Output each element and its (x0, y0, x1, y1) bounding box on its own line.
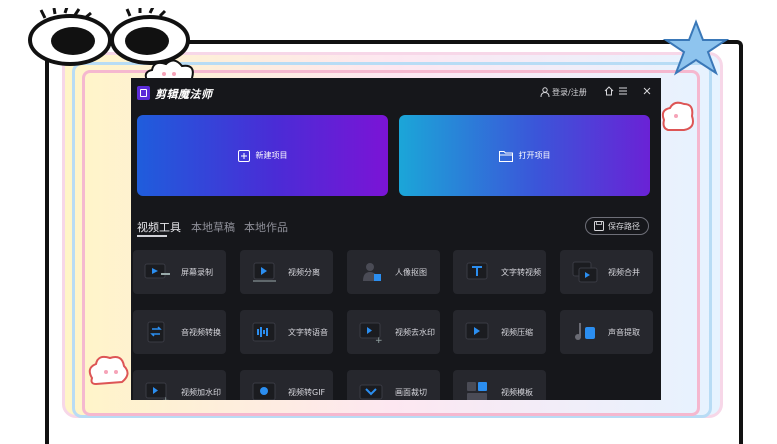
save-icon (594, 221, 604, 231)
av-convert-icon (147, 321, 165, 343)
tool-remove-watermark[interactable]: + 视频去水印 (347, 310, 440, 354)
text-to-speech-icon (252, 322, 276, 342)
tool-video-template[interactable]: 视频模板 (453, 370, 546, 400)
tool-add-watermark[interactable]: + 视频加水印 (133, 370, 226, 400)
new-project-label: 新建项目 (255, 151, 288, 160)
tool-label: 声音提取 (608, 327, 640, 337)
crop-icon (359, 384, 383, 400)
app-window: 剪辑魔法师 登录/注册 新建项目 打开项目 视频工具 本地草稿 本地作品 保存路… (131, 78, 661, 400)
video-template-icon (467, 382, 487, 400)
add-watermark-icon: + (145, 382, 170, 400)
tool-label: 视频模板 (501, 387, 533, 397)
tool-text-to-video[interactable]: 文字转视频 (453, 250, 546, 294)
video-to-gif-icon (252, 382, 276, 400)
open-project-card[interactable]: 打开项目 (399, 115, 650, 196)
svg-text:+: + (375, 336, 383, 345)
svg-text:+: + (162, 396, 170, 400)
star-icon (662, 19, 730, 76)
tool-av-convert[interactable]: 音视频转换 (133, 310, 226, 354)
app-logo-icon (137, 86, 150, 100)
menu-icon[interactable] (617, 86, 629, 98)
portrait-cutout-icon (363, 263, 381, 281)
tool-label: 视频压缩 (501, 327, 533, 337)
tool-portrait-cutout[interactable]: 人像抠图 (347, 250, 440, 294)
tool-label: 文字转视频 (501, 267, 541, 277)
tool-label: 文字转语音 (288, 327, 328, 337)
video-split-icon (253, 262, 276, 282)
tool-label: 视频去水印 (395, 327, 435, 337)
app-title: 剪辑魔法师 (155, 88, 213, 101)
video-merge-icon (572, 261, 598, 283)
tool-label: 视频分离 (288, 267, 320, 277)
save-path-button[interactable]: 保存路径 (585, 217, 649, 235)
plus-icon (237, 149, 250, 162)
tab-local-works[interactable]: 本地作品 (244, 219, 288, 235)
open-project-label: 打开项目 (518, 151, 551, 160)
remove-watermark-icon: + (359, 322, 383, 345)
tool-label: 屏幕录制 (181, 267, 213, 277)
tool-video-to-gif[interactable]: 视频转GIF (240, 370, 333, 400)
tool-label: 人像抠图 (395, 267, 427, 277)
save-path-label: 保存路径 (608, 221, 640, 231)
tool-label: 视频加水印 (181, 387, 221, 397)
tool-video-compress[interactable]: 视频压缩 (453, 310, 546, 354)
tool-label: 视频转GIF (288, 387, 326, 397)
tool-audio-extract[interactable]: 声音提取 (560, 310, 653, 354)
user-icon[interactable] (540, 87, 550, 97)
close-icon[interactable] (641, 86, 653, 98)
title-bar: 剪辑魔法师 登录/注册 (131, 78, 661, 108)
tab-local-drafts[interactable]: 本地草稿 (191, 219, 235, 235)
tool-crop[interactable]: 画面裁切 (347, 370, 440, 400)
tool-screen-record[interactable]: 屏幕录制 (133, 250, 226, 294)
folder-icon (498, 150, 513, 162)
new-project-card[interactable]: 新建项目 (137, 115, 388, 196)
tool-video-split[interactable]: 视频分离 (240, 250, 333, 294)
screen-record-icon (144, 263, 170, 279)
tool-video-merge[interactable]: 视频合并 (560, 250, 653, 294)
cloud-icon (88, 355, 129, 386)
tool-label: 视频合并 (608, 267, 640, 277)
tool-label: 画面裁切 (395, 387, 427, 397)
text-to-video-icon (466, 262, 488, 280)
tab-video-tools[interactable]: 视频工具 (137, 219, 181, 235)
audio-extract-icon (575, 323, 595, 340)
tool-label: 音视频转换 (181, 327, 221, 337)
active-tab-indicator (137, 235, 167, 237)
tool-text-to-speech[interactable]: 文字转语音 (240, 310, 333, 354)
video-compress-icon (465, 322, 489, 340)
login-register-link[interactable]: 登录/注册 (552, 87, 587, 98)
home-icon[interactable] (603, 86, 615, 98)
cloud-icon (661, 101, 694, 131)
